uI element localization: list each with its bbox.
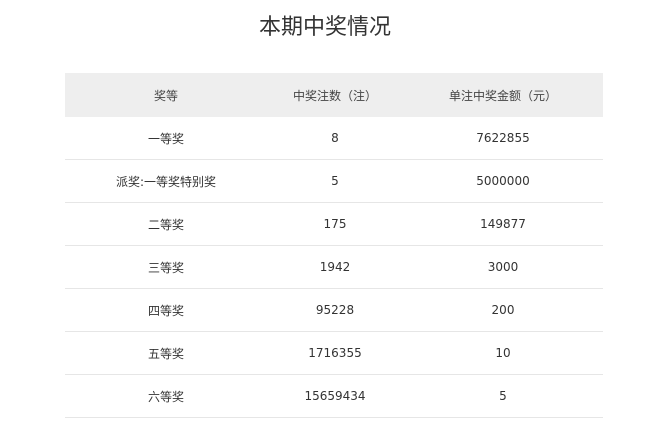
table-row: 一等奖 8 7622855 bbox=[65, 117, 603, 160]
cell-prize-amount: 200 bbox=[403, 288, 603, 332]
cell-prize-amount: 3000 bbox=[403, 245, 603, 289]
cell-winner-count: 175 bbox=[267, 202, 403, 246]
cell-prize-amount: 10 bbox=[403, 331, 603, 375]
cell-winner-count: 15659434 bbox=[267, 374, 403, 418]
table-row: 三等奖 1942 3000 bbox=[65, 245, 603, 289]
cell-prize-level: 三等奖 bbox=[65, 245, 267, 289]
cell-prize-level: 二等奖 bbox=[65, 202, 267, 246]
cell-prize-level: 五等奖 bbox=[65, 331, 267, 375]
page-title: 本期中奖情况 bbox=[258, 15, 391, 40]
header-winner-count: 中奖注数（注） bbox=[267, 73, 403, 117]
header-prize-amount: 单注中奖金额（元） bbox=[403, 73, 603, 117]
table-header-row: 奖等 中奖注数（注） 单注中奖金额（元） bbox=[65, 73, 603, 117]
cell-winner-count: 8 bbox=[267, 117, 403, 160]
cell-winner-count: 1716355 bbox=[267, 331, 403, 375]
cell-winner-count: 5 bbox=[267, 159, 403, 203]
cell-prize-amount: 7622855 bbox=[403, 117, 603, 160]
cell-winner-count: 95228 bbox=[267, 288, 403, 332]
prize-table: 奖等 中奖注数（注） 单注中奖金额（元） 一等奖 8 7622855 派奖:一等… bbox=[65, 73, 603, 418]
cell-prize-amount: 5 bbox=[403, 374, 603, 418]
page: 本期中奖情况 奖等 中奖注数（注） 单注中奖金额（元） 一等奖 8 762285… bbox=[0, 0, 650, 432]
table-row: 五等奖 1716355 10 bbox=[65, 331, 603, 375]
cell-prize-level: 四等奖 bbox=[65, 288, 267, 332]
table-row: 四等奖 95228 200 bbox=[65, 288, 603, 332]
cell-prize-amount: 149877 bbox=[403, 202, 603, 246]
cell-prize-amount: 5000000 bbox=[403, 159, 603, 203]
cell-prize-level: 六等奖 bbox=[65, 374, 267, 418]
table-row: 派奖:一等奖特别奖 5 5000000 bbox=[65, 159, 603, 203]
cell-prize-level: 一等奖 bbox=[65, 117, 267, 160]
table-row: 六等奖 15659434 5 bbox=[65, 374, 603, 418]
cell-prize-level: 派奖:一等奖特别奖 bbox=[65, 159, 267, 203]
table-row: 二等奖 175 149877 bbox=[65, 202, 603, 246]
header-prize-level: 奖等 bbox=[65, 73, 267, 117]
cell-winner-count: 1942 bbox=[267, 245, 403, 289]
